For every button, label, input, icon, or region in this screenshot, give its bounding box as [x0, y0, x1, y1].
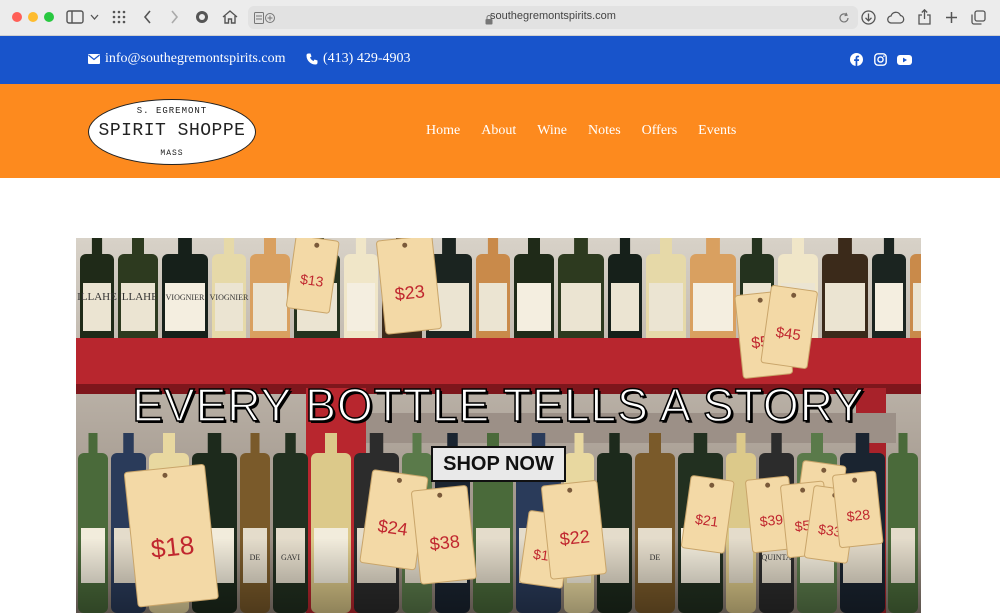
logo-top-text: S. EGREMONT [136, 106, 208, 116]
address-bar[interactable]: southegremontspirits.com [248, 6, 858, 29]
reload-icon[interactable] [838, 11, 850, 29]
phone-text: (413) 429-4903 [323, 51, 411, 66]
facebook-icon[interactable] [850, 53, 864, 67]
price-text: $22 [559, 526, 591, 549]
youtube-icon[interactable] [897, 53, 912, 67]
price-text: $21 [694, 511, 720, 530]
cloud-icon[interactable] [887, 7, 905, 27]
price-text: $39 [759, 511, 784, 529]
sidebar-icon[interactable] [66, 7, 84, 27]
bottle-label: VIOGNIER [166, 293, 205, 302]
chevron-down-icon[interactable] [90, 7, 99, 27]
bottle-label: VIOGNIER [210, 293, 249, 302]
main-nav: Home About Wine Notes Offers Events [426, 123, 757, 139]
price-text: $28 [846, 506, 871, 524]
price-text: $18 [149, 530, 195, 564]
price-tag: $23 [376, 238, 442, 335]
phone-link[interactable]: (413) 429-4903 [306, 51, 411, 67]
bottle-label: ILLAHE [118, 291, 158, 303]
nav-notes[interactable]: Notes [588, 123, 621, 139]
price-text: $13 [299, 271, 325, 290]
nav-home[interactable]: Home [426, 123, 460, 139]
tabs-icon[interactable] [971, 7, 986, 27]
site-header: S. EGREMONT SPIRIT SHOPPE MASS Home Abou… [0, 84, 1000, 178]
forward-icon[interactable] [170, 7, 179, 27]
price-text: $24 [377, 516, 410, 540]
nav-offers[interactable]: Offers [642, 123, 678, 139]
home-icon[interactable] [222, 7, 238, 27]
bottle-label: ILLAHE [77, 291, 117, 303]
logo-main-text: SPIRIT SHOPPE [98, 121, 246, 141]
shop-now-button[interactable]: SHOP NOW [431, 446, 566, 482]
nav-wine[interactable]: Wine [537, 123, 567, 139]
price-text: $38 [429, 531, 461, 554]
browser-toolbar: southegremontspirits.com [0, 0, 1000, 36]
price-tag: $22 [541, 480, 607, 580]
plus-icon[interactable] [945, 7, 958, 27]
envelope-icon [88, 54, 100, 64]
share-icon[interactable] [918, 7, 931, 27]
logo-bottom-text: MASS [160, 149, 184, 158]
price-text: $45 [775, 324, 802, 344]
maximize-window-button[interactable] [44, 12, 54, 22]
price-tag: $28 [832, 470, 884, 549]
hero-banner: ILLAHEILLAHEVIOGNIERVIOGNIER DEGAVIQUINT… [76, 238, 921, 613]
minimize-window-button[interactable] [28, 12, 38, 22]
price-tag: $18 [123, 463, 219, 608]
back-icon[interactable] [143, 7, 152, 27]
shield-icon[interactable] [195, 7, 209, 27]
price-tag: $38 [411, 485, 477, 585]
price-text: $23 [394, 281, 426, 304]
nav-events[interactable]: Events [698, 123, 736, 139]
url-text: southegremontspirits.com [490, 10, 616, 22]
contact-bar: info@southegremontspirits.com (413) 429-… [0, 36, 1000, 84]
instagram-icon[interactable] [874, 53, 888, 67]
close-window-button[interactable] [12, 12, 22, 22]
download-icon[interactable] [861, 7, 876, 27]
phone-icon [306, 53, 318, 65]
grid-icon[interactable] [112, 7, 126, 27]
hero-title: EVERY BOTTLE TELLS A STORY [131, 378, 865, 432]
email-text: info@southegremontspirits.com [105, 51, 286, 66]
nav-about[interactable]: About [481, 123, 516, 139]
email-link[interactable]: info@southegremontspirits.com [88, 51, 285, 67]
site-logo[interactable]: S. EGREMONT SPIRIT SHOPPE MASS [88, 99, 256, 165]
